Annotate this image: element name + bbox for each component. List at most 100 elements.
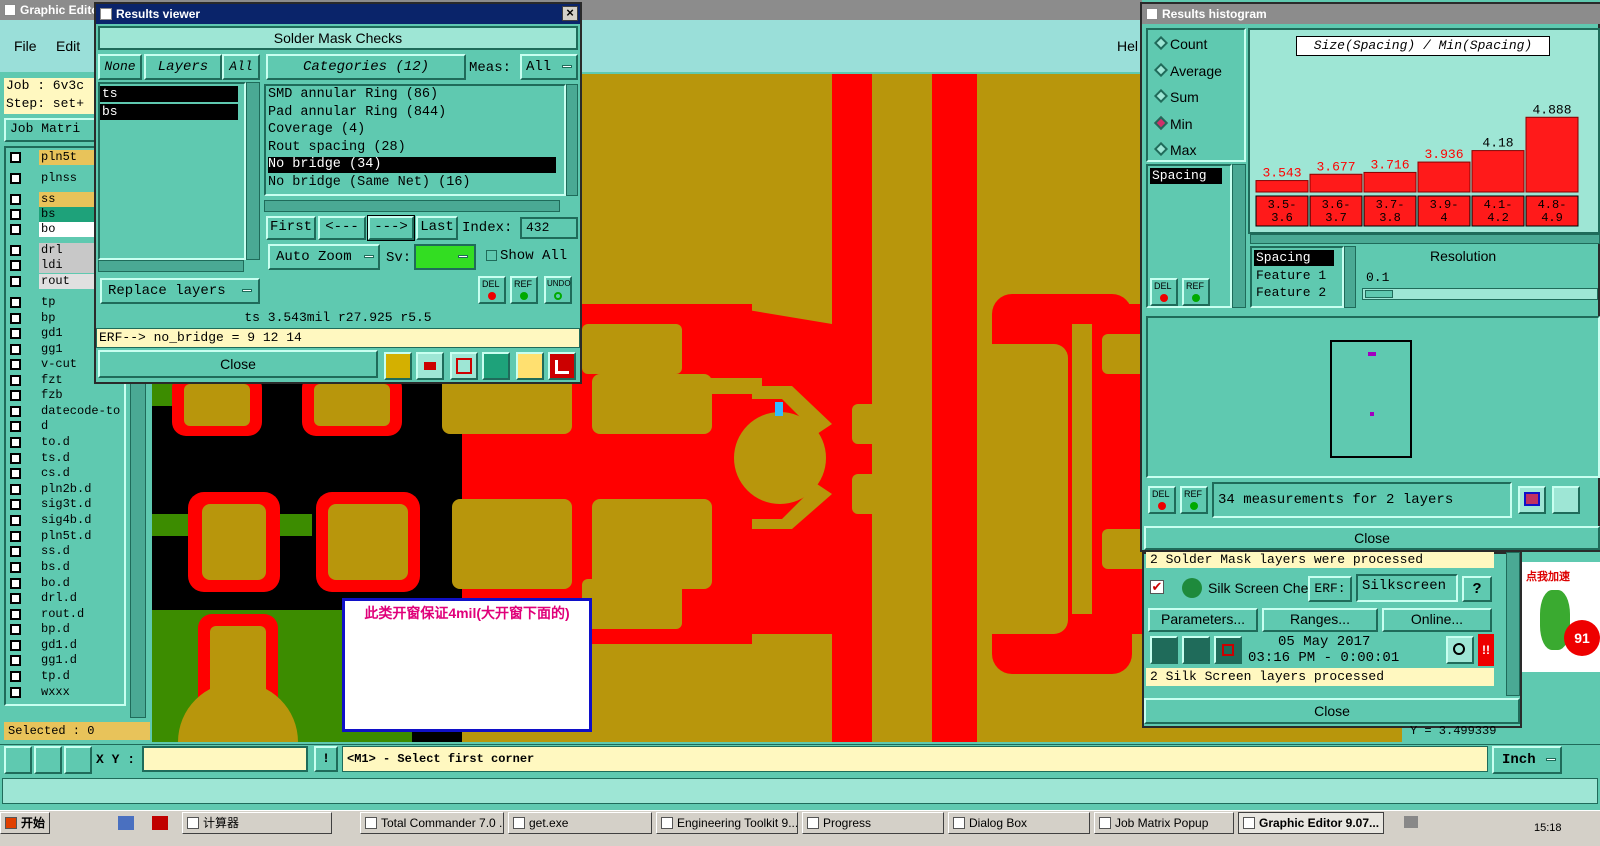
- layer-checkbox[interactable]: [10, 276, 21, 287]
- erf-button[interactable]: ERF:: [1308, 576, 1352, 602]
- layer-checkbox[interactable]: [10, 375, 21, 386]
- ref-button[interactable]: REF: [510, 276, 538, 304]
- taskbar-item[interactable]: Dialog Box: [948, 812, 1090, 834]
- taskbar-item[interactable]: Graphic Editor 9.07...: [1238, 812, 1384, 834]
- layer-checkbox[interactable]: [10, 562, 21, 573]
- taskbar-item[interactable]: get.exe: [508, 812, 652, 834]
- menu-help[interactable]: Hel: [1117, 38, 1138, 54]
- layer-checkbox[interactable]: [10, 640, 21, 651]
- layer-row[interactable]: sig4b.d: [6, 513, 122, 528]
- chart-hscroll[interactable]: [1250, 234, 1600, 244]
- histogram-measure-item[interactable]: Spacing: [1150, 168, 1222, 184]
- category-item[interactable]: No bridge (34): [268, 157, 556, 174]
- layer-checkbox[interactable]: [10, 671, 21, 682]
- layer-row[interactable]: d: [6, 419, 122, 434]
- histogram-close-button[interactable]: Close: [1144, 526, 1600, 550]
- histogram-bar[interactable]: [1471, 150, 1525, 193]
- layer-checkbox[interactable]: [10, 328, 21, 339]
- taskbar-item[interactable]: Job Matrix Popup: [1094, 812, 1234, 834]
- layer-checkbox[interactable]: [10, 484, 21, 495]
- layer-row[interactable]: bp.d: [6, 622, 122, 637]
- layer-checkbox[interactable]: [10, 245, 21, 256]
- tool-icon-2[interactable]: [416, 352, 444, 380]
- replace-layers-select[interactable]: Replace layers: [100, 278, 260, 304]
- layer-checkbox[interactable]: [10, 313, 21, 324]
- layers-all-button[interactable]: All: [222, 54, 260, 80]
- sv-color-select[interactable]: [414, 244, 476, 270]
- undo-button[interactable]: UNDO: [544, 276, 572, 304]
- layer-checkbox[interactable]: [10, 687, 21, 698]
- run-icon-1[interactable]: [1150, 636, 1178, 664]
- layer-checkbox[interactable]: [10, 297, 21, 308]
- category-item[interactable]: Coverage (4): [268, 122, 556, 138]
- histogram-bar[interactable]: [1255, 180, 1309, 193]
- layer-checkbox[interactable]: [10, 546, 21, 557]
- layers-button[interactable]: Layers: [144, 54, 222, 80]
- rv-layer-item[interactable]: bs: [100, 104, 238, 120]
- silk-check-checkbox[interactable]: ✔: [1150, 580, 1164, 594]
- index-input[interactable]: 432: [520, 217, 578, 239]
- grid-tool-icon[interactable]: [64, 746, 92, 774]
- layer-row[interactable]: cs.d: [6, 466, 122, 481]
- layer-checkbox[interactable]: [10, 173, 21, 184]
- results-viewer-close-icon[interactable]: ×: [562, 6, 578, 21]
- histogram-bar[interactable]: [1417, 161, 1471, 193]
- layer-row[interactable]: pln2b.d: [6, 482, 122, 497]
- layer-checkbox[interactable]: [10, 468, 21, 479]
- category-item[interactable]: No bridge (Same Net) (16): [268, 175, 556, 191]
- results-viewer-close-button[interactable]: Close: [98, 350, 378, 378]
- category-item[interactable]: SMD annular Ring (86): [268, 87, 556, 103]
- preview-del-button[interactable]: DEL: [1148, 486, 1176, 514]
- zoom-next-icon[interactable]: [1552, 486, 1580, 514]
- resolution-slider[interactable]: [1362, 288, 1598, 300]
- layer-checkbox[interactable]: [10, 531, 21, 542]
- layer-row[interactable]: drl.d: [6, 591, 122, 606]
- help-button[interactable]: ?: [1462, 576, 1492, 602]
- layer-row[interactable]: bo.d: [6, 576, 122, 591]
- preview-ref-button[interactable]: REF: [1180, 486, 1208, 514]
- zoom-fit-icon[interactable]: [1518, 486, 1546, 514]
- taskbar-item[interactable]: 计算器: [182, 812, 332, 834]
- menu-edit[interactable]: Edit: [56, 38, 80, 54]
- layer-checkbox[interactable]: [10, 609, 21, 620]
- zoom-result-icon[interactable]: [1446, 636, 1474, 664]
- auto-zoom-select[interactable]: Auto Zoom: [268, 244, 380, 270]
- show-all-checkbox[interactable]: [486, 250, 497, 261]
- layer-checkbox[interactable]: [10, 260, 21, 271]
- job-matrix-button[interactable]: Job Matri: [4, 118, 98, 142]
- detail-item[interactable]: Feature 1: [1254, 268, 1334, 284]
- layer-row[interactable]: fzb: [6, 388, 122, 403]
- histogram-bar[interactable]: [1363, 171, 1417, 193]
- checklist-close-button[interactable]: Close: [1144, 698, 1520, 724]
- layer-checkbox[interactable]: [10, 624, 21, 635]
- tool-icon-4[interactable]: [482, 352, 510, 380]
- layer-row[interactable]: to.d: [6, 435, 122, 450]
- start-button[interactable]: 开始: [0, 812, 50, 834]
- rv-layer-list-vscroll[interactable]: [246, 82, 260, 260]
- categories-button[interactable]: Categories (12): [266, 54, 466, 80]
- histogram-measure-scroll[interactable]: [1232, 164, 1246, 308]
- histogram-bar[interactable]: [1309, 173, 1363, 193]
- next-button[interactable]: --->: [367, 215, 415, 241]
- hist-del-button[interactable]: DEL: [1150, 278, 1178, 306]
- ranges-button[interactable]: Ranges...: [1262, 608, 1378, 632]
- layer-checkbox[interactable]: [10, 209, 21, 220]
- layer-checkbox[interactable]: [10, 406, 21, 417]
- prev-button[interactable]: <---: [318, 216, 366, 240]
- layer-checkbox[interactable]: [10, 344, 21, 355]
- annotation-box[interactable]: 此类开窗保证4mil(大开窗下面的): [342, 598, 592, 732]
- parameters-button[interactable]: Parameters...: [1148, 608, 1258, 632]
- hist-ref-button[interactable]: REF: [1182, 278, 1210, 306]
- layer-checkbox[interactable]: [10, 593, 21, 604]
- layer-row[interactable]: bs.d: [6, 560, 122, 575]
- layers-none-button[interactable]: None: [98, 54, 142, 80]
- rv-layer-list-hscroll[interactable]: [98, 260, 244, 272]
- taskbar-item[interactable]: Engineering Toolkit 9....: [656, 812, 798, 834]
- layer-row[interactable]: datecode-to: [6, 404, 122, 419]
- layer-checkbox[interactable]: [10, 515, 21, 526]
- category-item[interactable]: Rout spacing (28): [268, 140, 556, 156]
- last-button[interactable]: Last: [416, 216, 458, 240]
- layer-row[interactable]: pln5t.d: [6, 529, 122, 544]
- layer-checkbox[interactable]: [10, 453, 21, 464]
- layer-checkbox[interactable]: [10, 421, 21, 432]
